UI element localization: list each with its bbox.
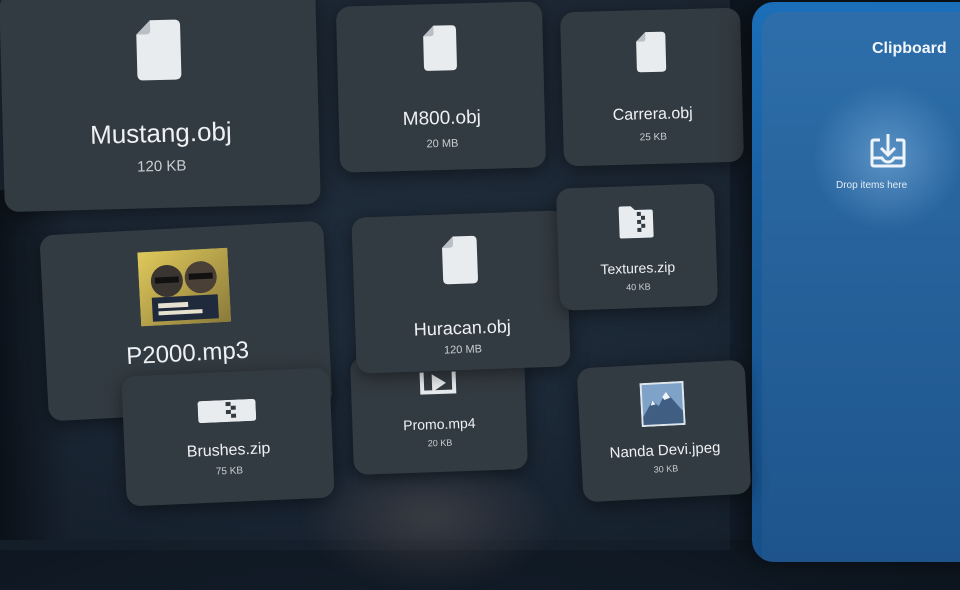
file-card-mustang[interactable]: Mustang.obj 120 KB — [0, 0, 321, 213]
file-size: 75 KB — [215, 465, 244, 478]
file-card-m800[interactable]: M800.obj 20 MB — [335, 1, 547, 173]
download-tray-icon — [870, 134, 906, 168]
file-name: M800.obj — [402, 106, 482, 131]
zip-folder-icon — [618, 206, 654, 239]
file-name: Mustang.obj — [89, 116, 233, 150]
file-size: 30 KB — [653, 463, 679, 475]
file-browser-scene: Mustang.obj 120 KB M800.obj 20 MB Carrer… — [0, 0, 960, 590]
file-card-carrera[interactable]: Carrera.obj 25 KB — [560, 7, 744, 167]
file-size: 40 KB — [625, 281, 651, 293]
drop-hint-text: Drop items here — [836, 180, 908, 191]
clipboard-title: Clipboard — [872, 40, 947, 57]
document-icon — [423, 25, 457, 71]
file-name: Textures.zip — [600, 258, 676, 278]
file-size: 120 KB — [136, 157, 187, 176]
document-icon — [136, 19, 182, 81]
file-size: 20 MB — [426, 137, 459, 151]
file-card-nanda-devi[interactable]: Nanda Devi.jpeg 30 KB — [576, 359, 752, 503]
document-icon — [442, 235, 478, 285]
file-name: Huracan.obj — [413, 316, 512, 340]
clipboard-panel[interactable]: Clipboard Drop items here — [752, 2, 960, 562]
file-size: 20 KB — [427, 437, 453, 449]
file-card-brushes[interactable]: Brushes.zip 75 KB — [121, 367, 335, 507]
file-name: Brushes.zip — [186, 440, 271, 461]
video-icon — [419, 371, 457, 395]
zip-folder-icon — [197, 398, 257, 424]
album-art-thumbnail — [137, 247, 232, 327]
mountain-image-thumbnail — [639, 380, 686, 428]
document-icon — [636, 31, 667, 73]
file-name: Carrera.obj — [612, 104, 693, 125]
file-name: Promo.mp4 — [402, 414, 476, 434]
file-name: Nanda Devi.jpeg — [609, 439, 721, 462]
file-size: 25 KB — [639, 131, 668, 144]
file-size: 120 MB — [443, 343, 483, 357]
file-card-textures[interactable]: Textures.zip 40 KB — [555, 183, 719, 311]
user-hand — [300, 470, 560, 590]
file-card-huracan[interactable]: Huracan.obj 120 MB — [351, 210, 571, 374]
